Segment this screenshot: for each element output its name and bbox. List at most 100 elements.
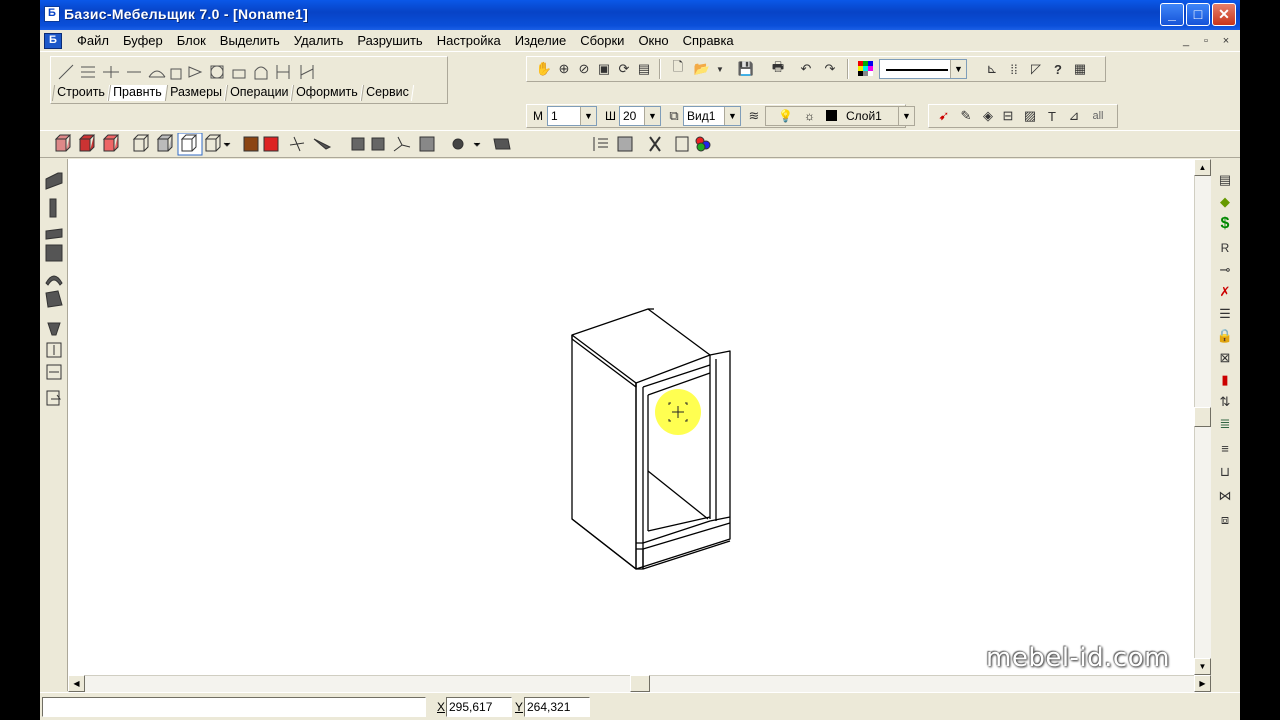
all-label[interactable]: all bbox=[1089, 107, 1107, 125]
redraw-icon[interactable]: ⟳ bbox=[615, 60, 633, 78]
scroll-right-button[interactable]: ▶ bbox=[1194, 675, 1211, 692]
undo-icon[interactable]: ↶ bbox=[797, 60, 815, 78]
scroll-down-button[interactable]: ▼ bbox=[1194, 658, 1211, 675]
scroll-left-button[interactable]: ◀ bbox=[68, 675, 85, 692]
materials-icon[interactable]: ◆ bbox=[1216, 193, 1234, 211]
title-bar[interactable]: Базис-Мебельщик 7.0 - [Noname1] _ □ ✕ bbox=[40, 0, 1240, 30]
axis-icon[interactable]: ⊾ bbox=[983, 60, 1001, 78]
snap-toolbar: ➹ ✎ ◈ ⊟ ▨ T ⊿ all bbox=[928, 104, 1118, 128]
tab-service[interactable]: Сервис bbox=[360, 85, 414, 101]
hatch-icon[interactable]: ▨ bbox=[1021, 107, 1039, 125]
zoom-all-icon[interactable]: ▣ bbox=[595, 60, 613, 78]
crosshair-cursor-icon bbox=[668, 402, 688, 422]
zoom-in-icon[interactable]: ⊕ bbox=[555, 60, 573, 78]
menu-select[interactable]: Выделить bbox=[213, 33, 287, 49]
tab-edit[interactable]: Правнть bbox=[107, 85, 167, 101]
horizontal-scrollbar[interactable]: ◀ ▶ bbox=[68, 675, 1211, 692]
y-coord-value: 264,321 bbox=[524, 697, 590, 717]
layer-select[interactable]: 💡 ☼ Слой1 ▼ bbox=[765, 106, 915, 126]
layer-color-swatch bbox=[826, 110, 837, 121]
split-icon[interactable]: ▮ bbox=[1216, 371, 1234, 389]
menu-settings[interactable]: Настройка bbox=[430, 33, 508, 49]
view-icon[interactable]: ⧉ bbox=[665, 107, 683, 125]
menu-window[interactable]: Окно bbox=[631, 33, 675, 49]
left-tools-icons[interactable] bbox=[40, 159, 68, 419]
vertical-scroll-thumb[interactable] bbox=[1194, 407, 1211, 427]
ortho-icon[interactable]: ◸ bbox=[1027, 60, 1045, 78]
zoom-window-icon[interactable]: ⊘ bbox=[575, 60, 593, 78]
r-tool-icon[interactable]: R bbox=[1216, 239, 1234, 257]
menu-help[interactable]: Справка bbox=[676, 33, 741, 49]
mdi-close-button[interactable]: × bbox=[1218, 34, 1234, 48]
minimize-button[interactable]: _ bbox=[1160, 3, 1184, 26]
snap-center-icon[interactable]: ◈ bbox=[979, 107, 997, 125]
save-icon[interactable]: 💾 bbox=[737, 60, 755, 78]
cursor-highlight bbox=[655, 389, 701, 435]
horizontal-scroll-thumb[interactable] bbox=[630, 675, 650, 692]
list-icon[interactable]: ☰ bbox=[1216, 305, 1234, 323]
fastener-icon[interactable]: ⊸ bbox=[1216, 261, 1234, 279]
layer-value: Слой1 bbox=[846, 109, 882, 123]
arrange-icon[interactable]: ⇅ bbox=[1216, 393, 1234, 411]
mirror-icon[interactable]: ⋈ bbox=[1216, 487, 1234, 505]
scroll-up-button[interactable]: ▲ bbox=[1194, 159, 1211, 176]
pointer-icon[interactable]: ➹ bbox=[935, 107, 953, 125]
page-icon[interactable]: ▤ bbox=[635, 60, 653, 78]
new-file-icon[interactable]: 🗋 bbox=[669, 59, 687, 78]
drawer-icon[interactable]: ⊔ bbox=[1216, 463, 1234, 481]
tab-build[interactable]: Строить bbox=[51, 85, 111, 101]
layers-tool-icon[interactable]: ≡ bbox=[1216, 439, 1234, 457]
cost-icon[interactable]: $ bbox=[1216, 215, 1234, 233]
cross-box-icon[interactable]: ⊠ bbox=[1216, 349, 1234, 367]
properties-icon[interactable]: ▦ bbox=[1071, 60, 1089, 78]
grid-icon[interactable]: ⁞⁞ bbox=[1005, 60, 1023, 78]
close-button[interactable]: ✕ bbox=[1212, 3, 1236, 26]
w-select[interactable]: 20 ▼ bbox=[619, 106, 661, 126]
view3d-tools-icons[interactable] bbox=[46, 133, 736, 157]
open-dropdown-icon[interactable]: ▼ bbox=[711, 60, 729, 78]
tab-dimensions[interactable]: Размеры bbox=[164, 85, 227, 101]
text-icon[interactable]: T bbox=[1043, 107, 1061, 125]
mdi-restore-button[interactable]: ▫ bbox=[1198, 34, 1214, 48]
view-select[interactable]: Вид1 ▼ bbox=[683, 106, 741, 126]
help-icon[interactable]: ? bbox=[1049, 60, 1067, 78]
dimension-icon[interactable]: ⊿ bbox=[1065, 107, 1083, 125]
redo-icon[interactable]: ↷ bbox=[821, 60, 839, 78]
menu-buffer[interactable]: Буфер bbox=[116, 33, 170, 49]
app-icon[interactable] bbox=[44, 6, 60, 22]
vertical-scrollbar[interactable]: ▲ ▼ bbox=[1194, 159, 1211, 675]
pen-icon[interactable]: ✎ bbox=[957, 107, 975, 125]
pan-hand-icon[interactable]: ✋ bbox=[535, 60, 553, 78]
menu-delete[interactable]: Удалить bbox=[287, 33, 351, 49]
box-icon[interactable]: ⧈ bbox=[1216, 511, 1234, 529]
w-value: 20 bbox=[623, 109, 637, 123]
menu-bar: Файл Буфер Блок Выделить Удалить Разруши… bbox=[40, 30, 1240, 52]
window-tool-icon[interactable]: ▤ bbox=[1216, 171, 1234, 189]
view3d-toolbar bbox=[40, 130, 1240, 158]
line-style-select[interactable]: ▼ bbox=[879, 59, 967, 79]
menu-product[interactable]: Изделие bbox=[508, 33, 573, 49]
drawing-canvas[interactable]: mebel-id.com bbox=[68, 159, 1194, 675]
snap-mid-icon[interactable]: ⊟ bbox=[999, 107, 1017, 125]
tab-operations[interactable]: Операции bbox=[224, 85, 294, 101]
mdi-minimize-button[interactable]: _ bbox=[1178, 34, 1194, 48]
menu-block[interactable]: Блок bbox=[170, 33, 213, 49]
open-folder-icon[interactable]: 📂 bbox=[693, 60, 711, 78]
print-icon[interactable]: 🖶 bbox=[769, 59, 787, 78]
color-palette-icon[interactable] bbox=[857, 60, 875, 78]
m-select[interactable]: 1 ▼ bbox=[547, 106, 597, 126]
menu-file[interactable]: Файл bbox=[70, 33, 116, 49]
drawing-tools-icons[interactable] bbox=[55, 61, 345, 83]
delete-fastener-icon[interactable]: ✗ bbox=[1216, 283, 1234, 301]
layers-icon[interactable]: ≋ bbox=[745, 107, 763, 125]
menu-assemblies[interactable]: Сборки bbox=[573, 33, 631, 49]
menu-explode[interactable]: Разрушить bbox=[350, 33, 429, 49]
tab-format[interactable]: Оформить bbox=[290, 85, 363, 101]
cabinet-3d-model[interactable] bbox=[68, 159, 1194, 675]
lock-icon[interactable]: 🔒 bbox=[1216, 327, 1234, 345]
maximize-button[interactable]: □ bbox=[1186, 3, 1210, 26]
document-icon[interactable] bbox=[44, 33, 62, 49]
watermark-text: mebel-id.com bbox=[986, 643, 1170, 673]
stack-icon[interactable]: ≣ bbox=[1216, 415, 1234, 433]
letterbox-right bbox=[1240, 0, 1280, 720]
